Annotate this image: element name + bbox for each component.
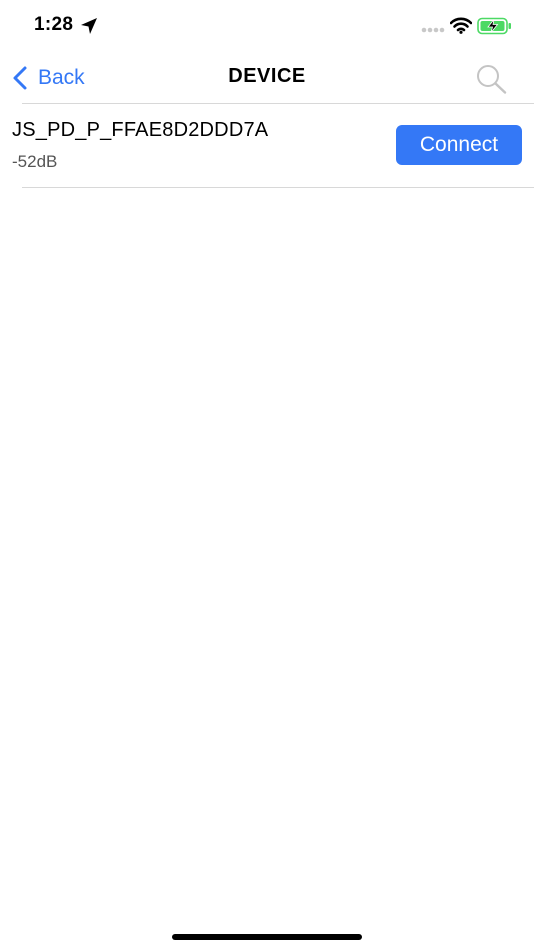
device-name: JS_PD_P_FFAE8D2DDD7A (12, 119, 269, 141)
home-indicator (172, 934, 362, 940)
navigation-bar: Back DEVICE (0, 52, 534, 104)
device-list-item: JS_PD_P_FFAE8D2DDD7A -52dB Connect (0, 104, 534, 188)
connect-button[interactable]: Connect (396, 125, 522, 165)
search-icon[interactable] (474, 64, 508, 94)
status-time: 1:28 (34, 14, 74, 35)
cellular-signal-icon (421, 27, 445, 33)
page-title: DEVICE (228, 65, 306, 87)
location-arrow-icon (81, 18, 97, 34)
device-signal-strength: -52dB (12, 152, 58, 171)
row-separator (22, 187, 534, 188)
wifi-icon (450, 17, 472, 34)
battery-charging-icon (477, 17, 511, 35)
status-bar: 1:28 (0, 0, 534, 52)
